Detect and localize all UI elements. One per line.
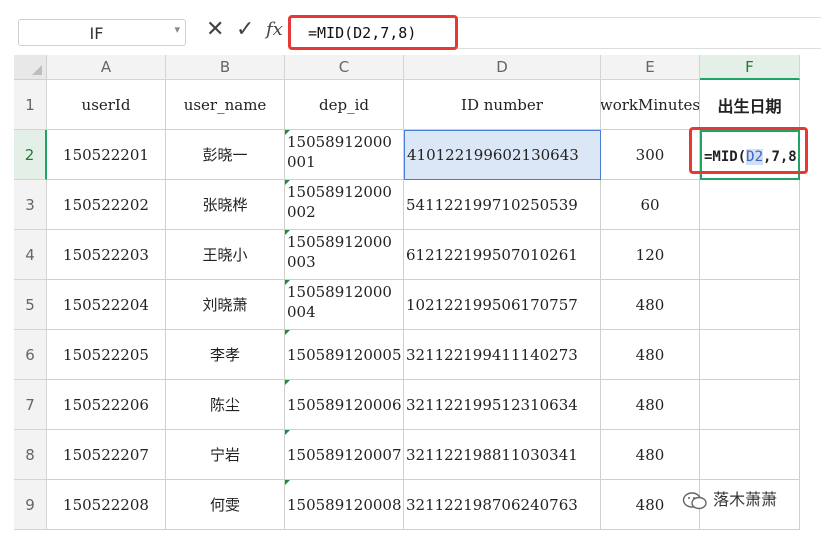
table-cell[interactable]: 480: [601, 380, 700, 430]
column-header-f[interactable]: F: [700, 55, 800, 80]
header-cell-b[interactable]: user_name: [166, 80, 285, 130]
table-cell[interactable]: 150522208: [47, 480, 166, 530]
cancel-icon[interactable]: ✕: [206, 17, 224, 42]
table-cell[interactable]: 321122198811030341: [404, 430, 601, 480]
table-cell[interactable]: [700, 430, 800, 480]
table-cell[interactable]: 宁岩: [166, 430, 285, 480]
table-cell[interactable]: 150522203: [47, 230, 166, 280]
table-cell[interactable]: 150522204: [47, 280, 166, 330]
row-header-7[interactable]: 7: [14, 380, 47, 430]
table-cell[interactable]: 彭晓一: [166, 130, 285, 180]
column-header-c[interactable]: C: [285, 55, 404, 80]
header-cell-d[interactable]: ID number: [404, 80, 601, 130]
table-cell[interactable]: 102122199506170757: [404, 280, 601, 330]
table-cell[interactable]: [700, 280, 800, 330]
row-header-8[interactable]: 8: [14, 430, 47, 480]
table-cell[interactable]: 410122199602130643: [404, 130, 601, 180]
table-cell[interactable]: 陈尘: [166, 380, 285, 430]
header-cell-f[interactable]: 出生日期: [700, 80, 800, 130]
table-cell[interactable]: 张晓桦: [166, 180, 285, 230]
fx-icon[interactable]: fx: [266, 19, 283, 40]
table-cell[interactable]: 李孝: [166, 330, 285, 380]
table-cell[interactable]: 15058912000004: [285, 280, 404, 330]
table-cell[interactable]: 刘晓萧: [166, 280, 285, 330]
row-header-5[interactable]: 5: [14, 280, 47, 330]
formula-highlight-box: [288, 15, 458, 50]
table-cell[interactable]: 321122199512310634: [404, 380, 601, 430]
table-cell[interactable]: 120: [601, 230, 700, 280]
table-cell[interactable]: 321122199411140273: [404, 330, 601, 380]
watermark: 落木萧萧: [682, 486, 777, 511]
name-box[interactable]: IF ▾: [18, 19, 186, 46]
header-cell-a[interactable]: userId: [47, 80, 166, 130]
table-cell[interactable]: [700, 380, 800, 430]
table-cell[interactable]: 300: [601, 130, 700, 180]
table-cell[interactable]: 541122199710250539: [404, 180, 601, 230]
row-header-4[interactable]: 4: [14, 230, 47, 280]
table-cell[interactable]: 612122199507010261: [404, 230, 601, 280]
column-header-d[interactable]: D: [404, 55, 601, 80]
header-cell-c[interactable]: dep_id: [285, 80, 404, 130]
table-cell[interactable]: 480: [601, 330, 700, 380]
table-cell[interactable]: [700, 180, 800, 230]
table-cell[interactable]: 60: [601, 180, 700, 230]
table-cell[interactable]: 王晓小: [166, 230, 285, 280]
enter-icon[interactable]: ✓: [236, 17, 254, 42]
name-box-value: IF: [89, 24, 104, 43]
table-cell[interactable]: 150589120007: [285, 430, 404, 480]
table-cell[interactable]: 15058912000001: [285, 130, 404, 180]
table-cell[interactable]: 150522202: [47, 180, 166, 230]
chevron-down-icon[interactable]: ▾: [174, 23, 180, 36]
table-cell[interactable]: [700, 230, 800, 280]
row-header-6[interactable]: 6: [14, 330, 47, 380]
table-cell[interactable]: 150589120005: [285, 330, 404, 380]
table-cell[interactable]: 150522201: [47, 130, 166, 180]
column-header-a[interactable]: A: [47, 55, 166, 80]
select-all-icon[interactable]: [32, 65, 42, 75]
column-header-e[interactable]: E: [601, 55, 700, 80]
row-header-1[interactable]: 1: [14, 80, 47, 130]
cell-highlight-box: [689, 127, 808, 174]
table-cell[interactable]: 150589120006: [285, 380, 404, 430]
watermark-text: 落木萧萧: [713, 490, 778, 509]
table-cell[interactable]: 480: [601, 430, 700, 480]
table-cell[interactable]: 何雯: [166, 480, 285, 530]
row-header-2[interactable]: 2: [14, 130, 47, 180]
row-header-3[interactable]: 3: [14, 180, 47, 230]
table-cell[interactable]: 150522207: [47, 430, 166, 480]
table-cell[interactable]: 15058912000003: [285, 230, 404, 280]
table-cell[interactable]: 150522205: [47, 330, 166, 380]
column-header-b[interactable]: B: [166, 55, 285, 80]
header-cell-e[interactable]: workMinutes: [601, 80, 700, 130]
select-all-corner[interactable]: [14, 55, 47, 80]
table-cell[interactable]: [700, 330, 800, 380]
table-cell[interactable]: 321122198706240763: [404, 480, 601, 530]
table-cell[interactable]: 150522206: [47, 380, 166, 430]
table-cell[interactable]: 15058912000002: [285, 180, 404, 230]
table-cell[interactable]: 480: [601, 280, 700, 330]
wechat-icon: [682, 491, 707, 509]
table-cell[interactable]: 150589120008: [285, 480, 404, 530]
row-header-9[interactable]: 9: [14, 480, 47, 530]
